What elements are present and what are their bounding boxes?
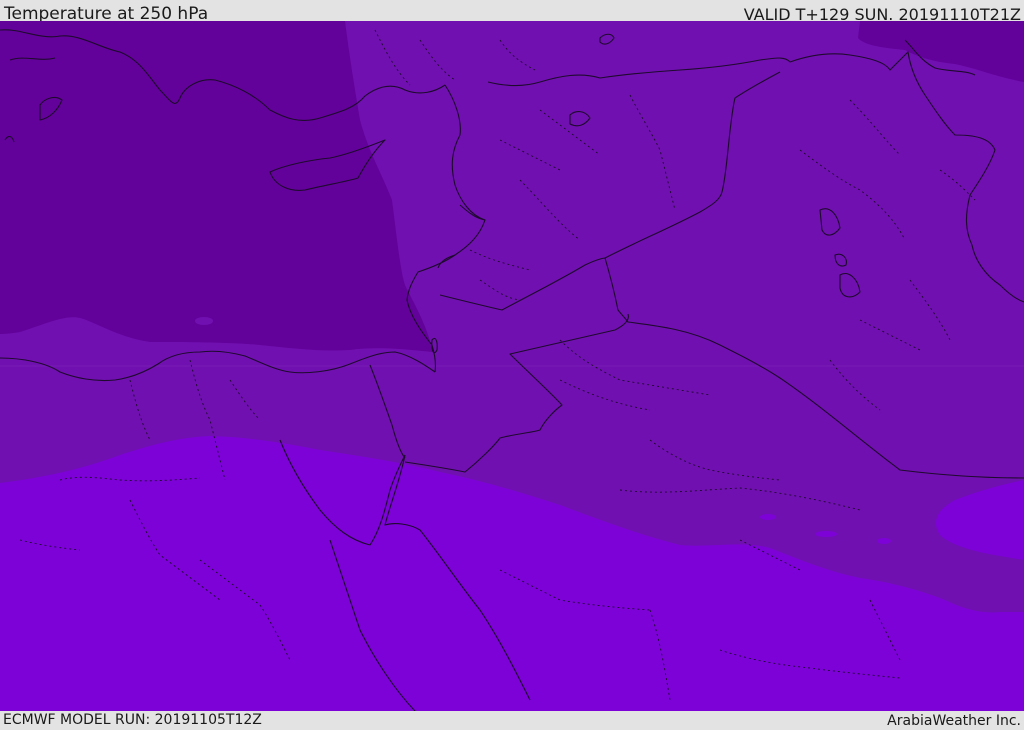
- temp-blob: [815, 531, 837, 537]
- temp-blob: [732, 555, 752, 581]
- temperature-map[interactable]: [0, 21, 1024, 711]
- header-bar: Temperature at 250 hPa VALID T+129 SUN. …: [0, 0, 1024, 24]
- temp-blob: [760, 514, 776, 520]
- temp-island: [195, 317, 213, 325]
- temp-blob: [877, 538, 891, 544]
- model-run-label: ECMWF MODEL RUN: 20191105T12Z: [3, 712, 262, 728]
- credit-label: ArabiaWeather Inc.: [887, 713, 1021, 729]
